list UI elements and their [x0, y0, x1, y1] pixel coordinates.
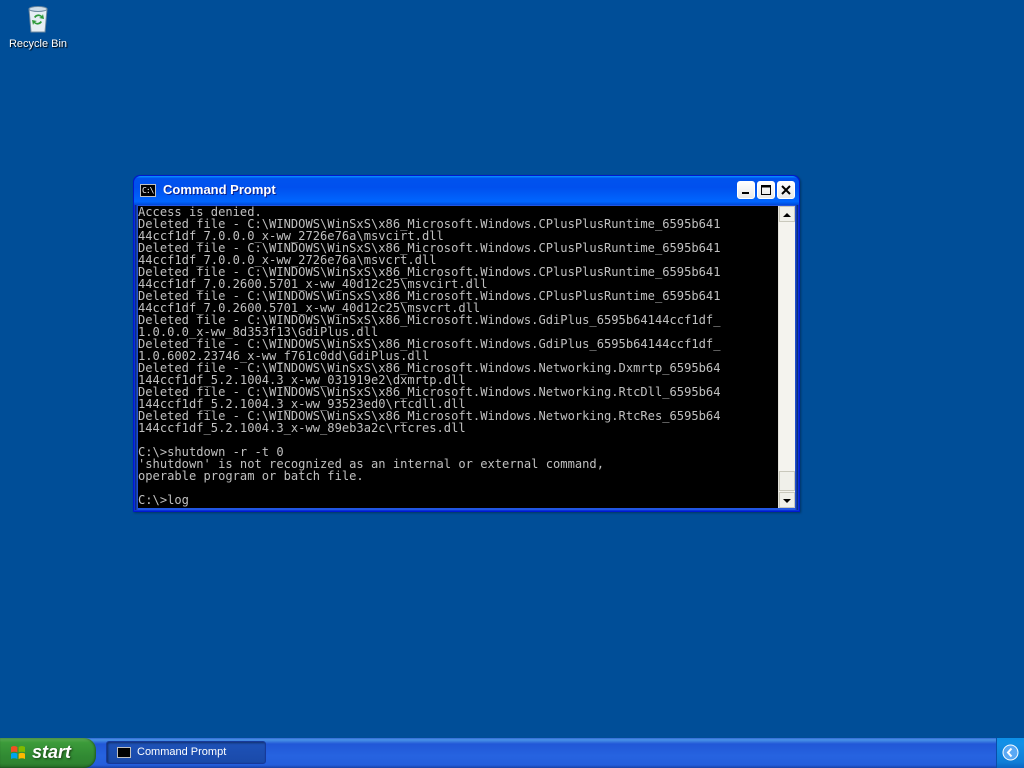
windows-logo-icon: [11, 746, 25, 759]
taskbar-item-label: Command Prompt: [137, 746, 227, 758]
vertical-scrollbar[interactable]: [778, 206, 795, 508]
window-title: Command Prompt: [163, 182, 276, 197]
console-line: C:\>log: [138, 493, 189, 507]
taskbar-item-command-prompt[interactable]: Command Prompt: [106, 741, 266, 764]
console-line: operable program or batch file.: [138, 469, 364, 483]
recycle-bin-icon: [28, 6, 48, 33]
close-icon: [781, 185, 791, 195]
window-controls: [737, 181, 795, 199]
maximize-button[interactable]: [757, 181, 775, 199]
minimize-button[interactable]: [737, 181, 755, 199]
close-button[interactable]: [777, 181, 795, 199]
system-tray: [996, 738, 1024, 768]
console-line: 144ccf1df_5.2.1004.3_x-ww_89eb3a2c\rtcre…: [138, 421, 466, 435]
maximize-icon: [761, 185, 771, 195]
desktop-icon-recycle-bin[interactable]: Recycle Bin: [4, 2, 72, 50]
arrow-down-icon: [783, 499, 791, 503]
arrow-up-icon: [783, 213, 791, 217]
console-icon: [117, 747, 131, 758]
start-button[interactable]: start: [0, 738, 96, 768]
scrollbar-thumb[interactable]: [779, 471, 795, 491]
minimize-icon: [742, 192, 749, 194]
start-label: start: [32, 742, 72, 762]
window-titlebar[interactable]: C:\ Command Prompt: [134, 176, 799, 205]
scroll-up-button[interactable]: [779, 206, 795, 222]
console-text: Access is denied. Deleted file - C:\WIND…: [138, 206, 778, 506]
scroll-down-button[interactable]: [779, 492, 795, 508]
console-output[interactable]: Access is denied. Deleted file - C:\WIND…: [138, 206, 778, 508]
command-prompt-window[interactable]: C:\ Command Prompt Access is denied. Del…: [133, 175, 800, 512]
desktop-icon-label: Recycle Bin: [8, 38, 68, 50]
taskbar: start Command Prompt: [0, 738, 1024, 768]
console-icon: C:\: [140, 184, 156, 197]
tray-chevron-icon[interactable]: [1002, 744, 1019, 761]
